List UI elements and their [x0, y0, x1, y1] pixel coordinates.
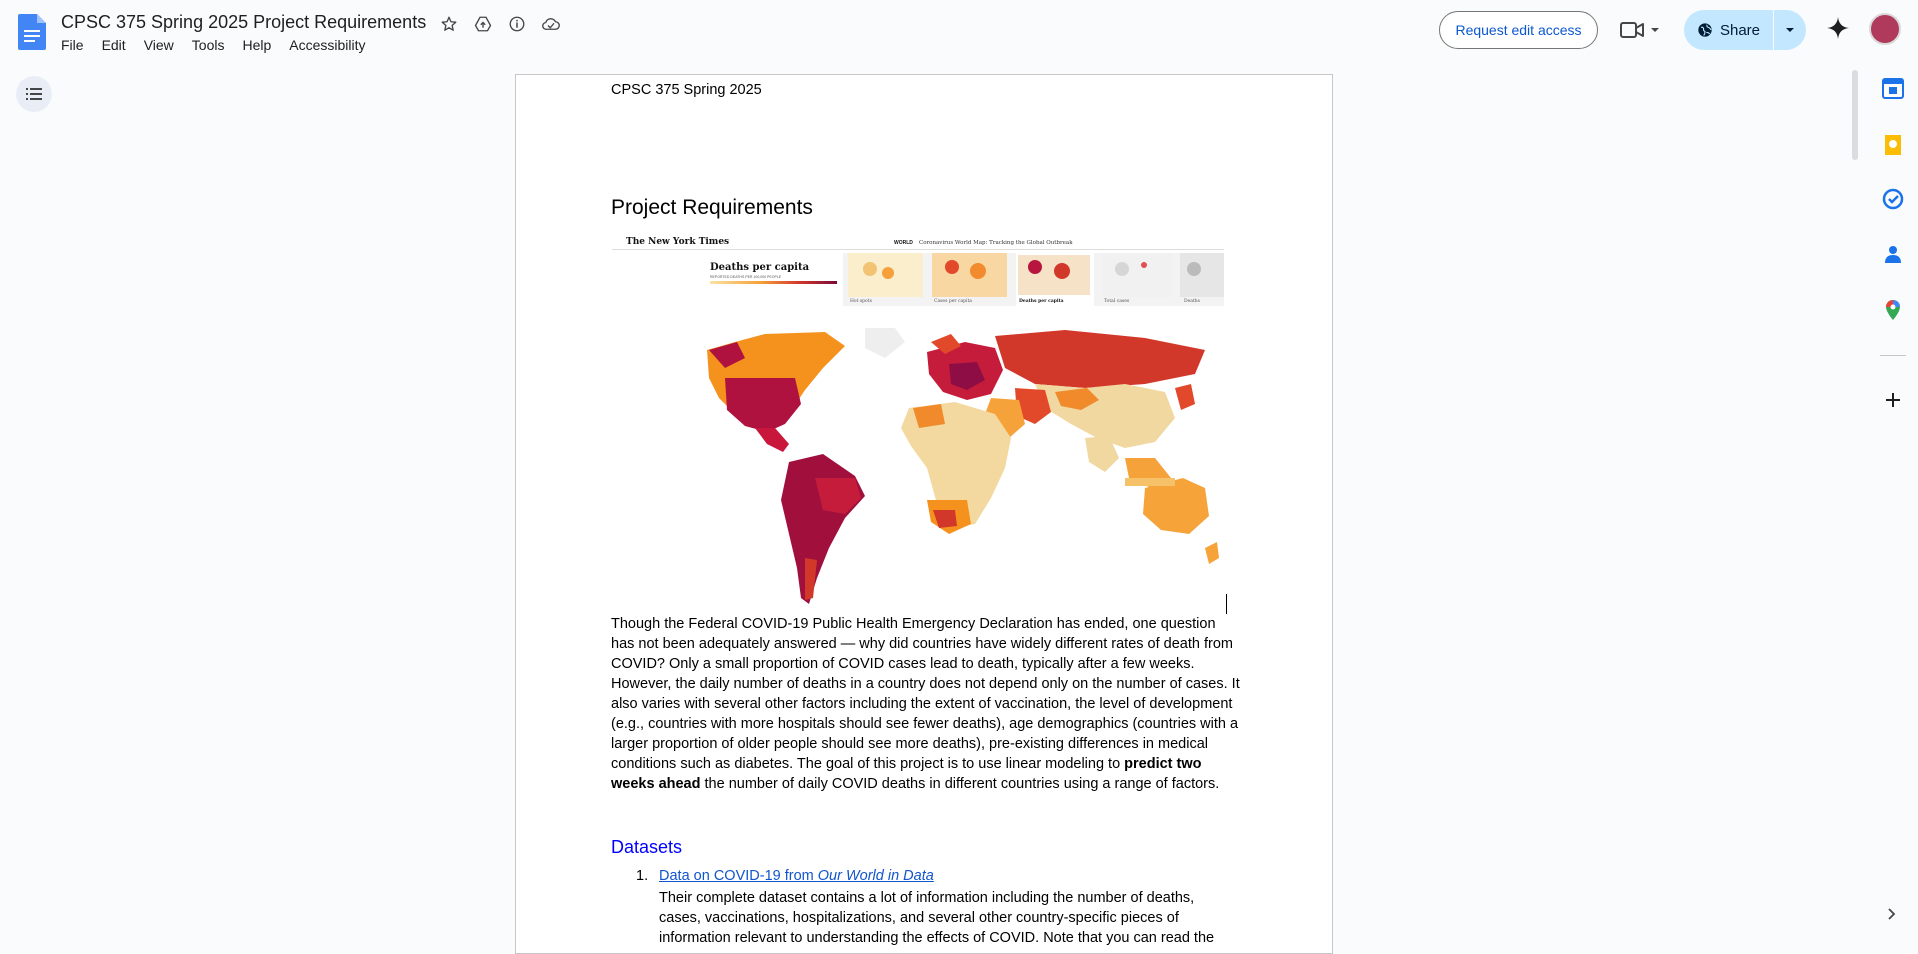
chevron-right-icon[interactable]	[1884, 907, 1898, 921]
side-panel-divider	[1880, 355, 1906, 356]
menu-edit[interactable]: Edit	[102, 37, 135, 53]
share-button[interactable]: Share	[1684, 10, 1774, 50]
menu-view[interactable]: View	[144, 37, 183, 53]
section-heading-datasets[interactable]: Datasets	[611, 837, 682, 858]
text-cursor	[1226, 594, 1227, 614]
tab-deaths: Deaths	[1184, 298, 1201, 304]
plus-icon[interactable]	[1882, 389, 1904, 411]
info-icon[interactable]	[506, 13, 528, 35]
menu-file[interactable]: File	[61, 37, 93, 53]
menu-help[interactable]: Help	[242, 37, 280, 53]
menu-tools[interactable]: Tools	[192, 37, 234, 53]
intro-text-pre: Though the Federal COVID-19 Public Healt…	[611, 616, 1240, 772]
tab-total-cases: Total cases	[1104, 298, 1130, 304]
share-options-button[interactable]	[1774, 10, 1806, 50]
gemini-icon[interactable]	[1826, 16, 1850, 40]
legend-subtitle: REPORTED DEATHS PER 100,000 PEOPLE	[710, 275, 782, 279]
meet-button[interactable]	[1620, 18, 1662, 42]
contacts-icon[interactable]	[1882, 243, 1904, 265]
globe-icon	[1698, 23, 1712, 37]
outline-button[interactable]	[16, 76, 52, 112]
dataset-link[interactable]: Data on COVID-19 from Our World in Data	[659, 868, 934, 884]
intro-paragraph[interactable]: Though the Federal COVID-19 Public Healt…	[611, 614, 1241, 794]
avatar[interactable]	[1869, 13, 1901, 45]
share-label: Share	[1719, 21, 1761, 39]
top-bar: CPSC 375 Spring 2025 Project Requirement…	[0, 0, 1918, 62]
nyt-headline: Coronavirus World Map: Tracking the Glob…	[919, 240, 1073, 246]
tab-deaths-per-capita: Deaths per capita	[1019, 298, 1064, 304]
request-edit-access-button[interactable]: Request edit access	[1439, 11, 1598, 49]
list-item-number: 1.	[636, 868, 649, 884]
cloud-status-icon[interactable]	[540, 13, 562, 35]
legend-title: Deaths per capita	[710, 262, 810, 273]
move-to-drive-icon[interactable]	[472, 13, 494, 35]
chevron-down-icon	[1651, 28, 1659, 32]
scrollbar[interactable]	[1852, 70, 1858, 160]
page-title[interactable]: Project Requirements	[611, 196, 813, 220]
page-header[interactable]: CPSC 375 Spring 2025	[611, 82, 762, 98]
nyt-screenshot-header: The New York Times WORLD Coronavirus Wor…	[612, 233, 1224, 307]
outline-icon	[26, 88, 42, 100]
nyt-masthead: The New York Times	[626, 237, 729, 247]
star-icon[interactable]	[438, 13, 460, 35]
world-map-image[interactable]	[705, 328, 1225, 611]
dataset-link-text: Data on COVID-19 from	[659, 868, 818, 884]
tab-hot-spots: Hot spots	[850, 298, 873, 304]
menu-accessibility[interactable]: Accessibility	[289, 37, 374, 53]
meet-icon	[1620, 22, 1644, 38]
maps-icon[interactable]	[1882, 299, 1904, 321]
calendar-icon[interactable]	[1882, 77, 1904, 99]
docs-logo-icon[interactable]	[18, 14, 46, 50]
menu-bar: File Edit View Tools Help Accessibility	[61, 37, 384, 53]
tasks-icon[interactable]	[1882, 188, 1904, 210]
document-title[interactable]: CPSC 375 Spring 2025 Project Requirement…	[61, 12, 426, 33]
chevron-down-icon	[1786, 28, 1794, 32]
share-button-group: Share	[1684, 10, 1806, 50]
dataset-link-italic: Our World in Data	[817, 868, 934, 884]
tab-cases-per-capita: Cases per capita	[934, 298, 972, 304]
keep-icon[interactable]	[1882, 134, 1904, 156]
title-actions	[438, 13, 562, 35]
intro-text-post: the number of daily COVID deaths in diff…	[700, 776, 1220, 792]
nyt-section: WORLD	[894, 240, 913, 246]
list-item-body[interactable]: Their complete dataset contains a lot of…	[659, 888, 1239, 948]
